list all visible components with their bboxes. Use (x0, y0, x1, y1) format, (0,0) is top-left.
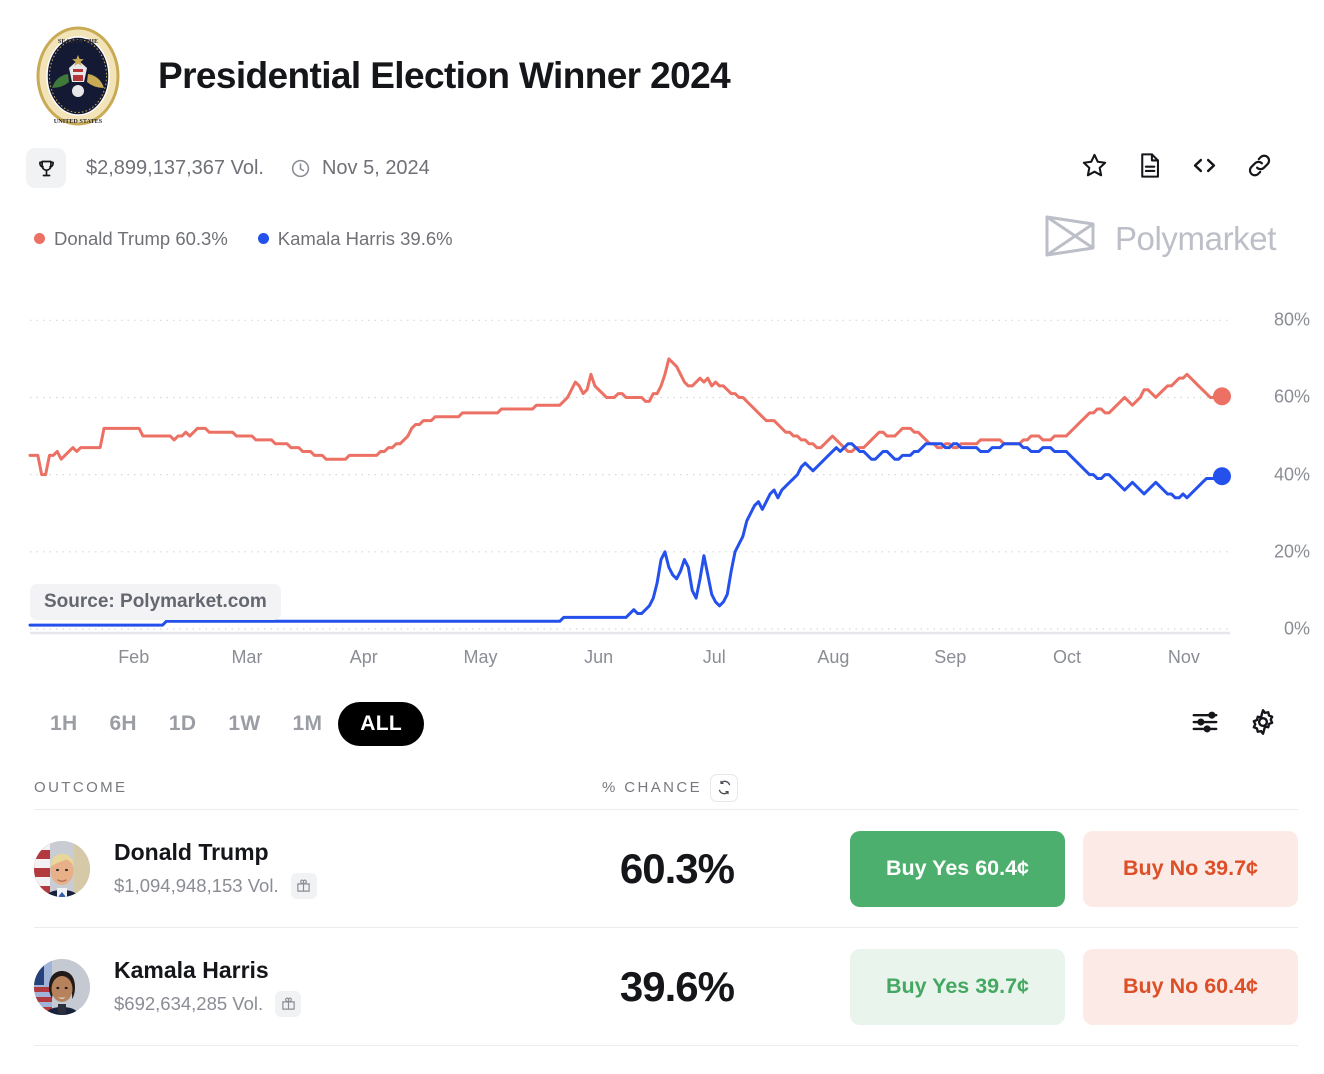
outcome-subline: $692,634,285 Vol. (114, 990, 302, 1017)
x-axis-tick-label: May (463, 647, 498, 667)
range-button-1m[interactable]: 1M (276, 702, 338, 746)
legend-item-harris[interactable]: Kamala Harris 39.6% (257, 227, 453, 250)
outcome-identity: Donald Trump $1,094,948,153 Vol. (114, 839, 317, 899)
market-actions (1080, 151, 1298, 185)
outcome-name: Kamala Harris (114, 956, 269, 983)
outcome-chance: 39.6% (619, 962, 735, 1010)
chart-settings-gear-icon[interactable] (1248, 707, 1278, 742)
range-button-6h[interactable]: 6H (93, 702, 152, 746)
buy-no-button[interactable]: Buy No 39.7¢ (1083, 830, 1298, 907)
y-axis-tick-label: 40% (1273, 464, 1310, 485)
gift-icon[interactable] (275, 990, 302, 1017)
x-axis-tick-label: Jul (702, 647, 726, 667)
trophy-icon (26, 148, 66, 188)
column-header-outcome: OUTCOME (34, 779, 128, 796)
chart-legend: Donald Trump 60.3% Kamala Harris 39.6% P… (0, 188, 1324, 263)
y-axis-tick-label: 0% (1283, 618, 1310, 639)
polymarket-brand: Polymarket (1043, 214, 1298, 263)
legend-dot-trump (34, 233, 45, 244)
y-axis-tick-label: 60% (1273, 386, 1310, 407)
y-axis-tick-label: 20% (1273, 541, 1310, 562)
outcome-name: Donald Trump (114, 838, 269, 865)
y-axis-tick-label: 80% (1273, 309, 1310, 330)
buy-no-button[interactable]: Buy No 60.4¢ (1083, 948, 1298, 1025)
chart-tools (1190, 707, 1298, 742)
presidential-seal-icon: SEAL OF THE UNITED STATES (24, 22, 132, 130)
bookmark-star-icon[interactable] (1080, 151, 1109, 185)
outcome-subline: $1,094,948,153 Vol. (114, 872, 317, 899)
gift-icon[interactable] (290, 872, 317, 899)
x-axis-tick-label: Oct (1053, 647, 1082, 667)
page-title: Presidential Election Winner 2024 (158, 55, 731, 96)
svg-text:SEAL OF THE: SEAL OF THE (58, 38, 98, 45)
polymarket-logo-icon (1043, 214, 1099, 263)
market-end-date: Nov 5, 2024 (321, 156, 430, 179)
kamala-harris-avatar (34, 958, 90, 1015)
table-header: OUTCOME % CHANCE (34, 766, 1298, 810)
range-button-1h[interactable]: 1H (34, 702, 93, 746)
svg-text:UNITED STATES: UNITED STATES (54, 118, 103, 125)
chart-source-watermark: Source: Polymarket.com (30, 584, 281, 620)
column-header-chance: % CHANCE (601, 779, 702, 796)
clock-icon (290, 158, 311, 179)
refresh-swap-icon[interactable] (710, 773, 738, 802)
column-header-chance-group: % CHANCE (601, 773, 1298, 802)
range-button-1d[interactable]: 1D (153, 702, 212, 746)
outcome-chance: 60.3% (619, 844, 735, 892)
copy-link-icon[interactable] (1245, 151, 1274, 185)
outcome-actions: Buy Yes 60.4¢ Buy No 39.7¢ (850, 830, 1298, 907)
rules-document-icon[interactable] (1135, 151, 1164, 185)
legend-item-trump[interactable]: Donald Trump 60.3% (34, 228, 228, 250)
range-button-all[interactable]: ALL (338, 702, 424, 746)
table-row[interactable]: Kamala Harris $692,634,285 Vol. 39.6% Bu… (34, 928, 1298, 1046)
market-meta-row: $2,899,137,367 Vol. Nov 5, 2024 (0, 130, 1324, 188)
donald-trump-avatar (34, 840, 90, 897)
time-range-selector: 1H 6H 1D 1W 1M ALL (0, 698, 1324, 750)
legend-label-harris: Kamala Harris 39.6% (277, 227, 453, 249)
chart-filters-icon[interactable] (1190, 707, 1220, 742)
market-volume: $2,899,137,367 Vol. (86, 156, 264, 179)
x-axis-tick-label: Nov (1167, 647, 1200, 667)
legend-label-trump: Donald Trump 60.3% (54, 227, 228, 249)
legend-dot-harris (257, 233, 269, 244)
x-axis-tick-label: Sep (934, 647, 967, 667)
x-axis-tick-label: Aug (817, 647, 850, 667)
outcomes-table: OUTCOME % CHANCE Donald Trump $1,094,948… (0, 766, 1324, 1046)
embed-code-icon[interactable] (1190, 151, 1219, 185)
price-history-chart[interactable]: 0% 20% 40% 60% 80% Feb Mar Apr May Jun Jul Aug Sep O… (0, 281, 1324, 676)
buy-yes-button[interactable]: Buy Yes 39.7¢ (850, 948, 1065, 1025)
x-axis-tick-label: Apr (349, 647, 378, 667)
outcome-actions: Buy Yes 39.7¢ Buy No 60.4¢ (850, 948, 1298, 1025)
market-header: SEAL OF THE UNITED STATES Presidential E… (0, 0, 1324, 130)
outcome-volume: $1,094,948,153 Vol. (114, 874, 279, 896)
outcome-identity: Kamala Harris $692,634,285 Vol. (114, 956, 302, 1017)
x-axis-tick-label: Mar (231, 647, 263, 667)
brand-name: Polymarket (1114, 219, 1276, 257)
x-axis-tick-label: Feb (118, 647, 150, 667)
table-row[interactable]: Donald Trump $1,094,948,153 Vol. 60.3% B… (34, 810, 1298, 928)
x-axis-tick-label: Jun (584, 647, 614, 667)
outcome-volume: $692,634,285 Vol. (114, 992, 264, 1014)
range-button-1w[interactable]: 1W (212, 702, 276, 746)
polymarket-market-page: SEAL OF THE UNITED STATES Presidential E… (0, 0, 1324, 1074)
buy-yes-button[interactable]: Buy Yes 60.4¢ (850, 830, 1065, 907)
